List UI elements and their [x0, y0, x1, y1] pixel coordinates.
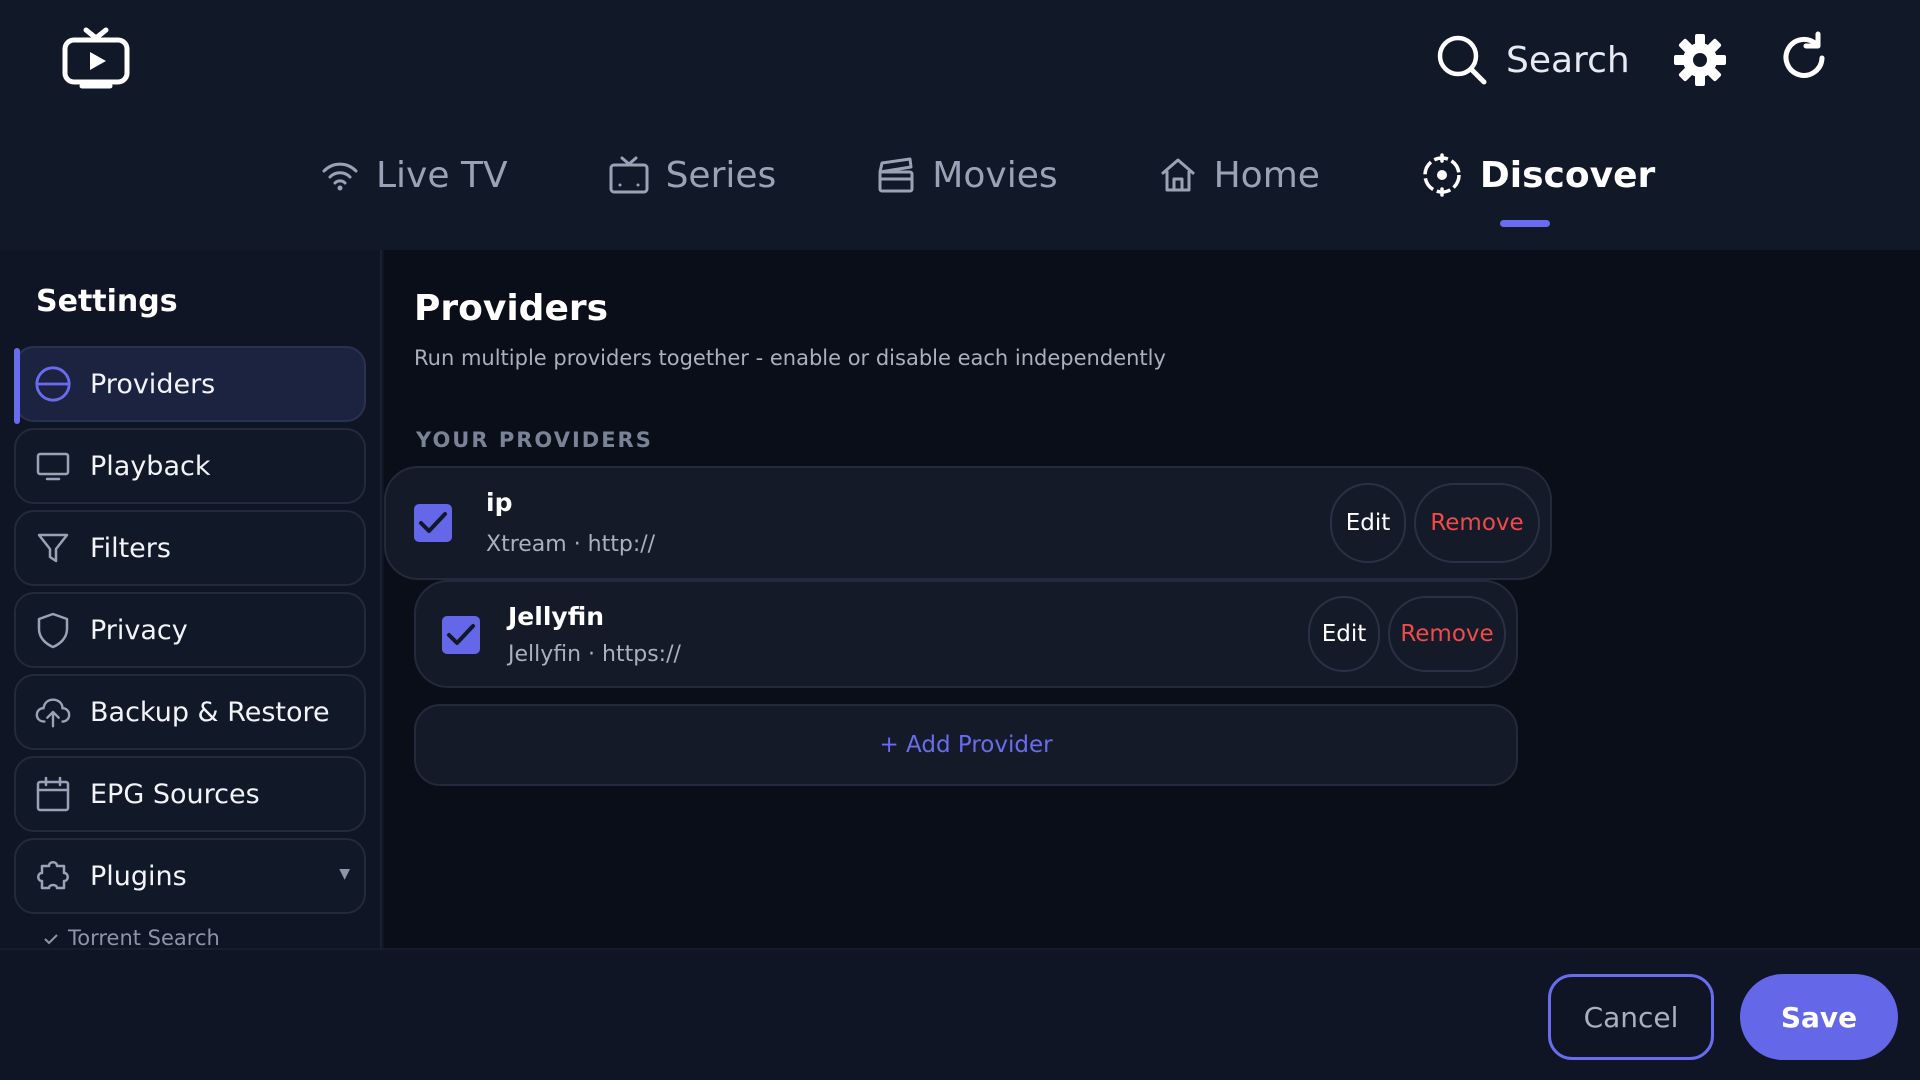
- search-label: Search: [1506, 39, 1630, 81]
- sidebar-item-label: Plugins: [90, 860, 187, 892]
- provider-card: ip Xtream · http:// Edit Remove: [384, 466, 1552, 580]
- sidebar-item-label: Providers: [90, 368, 216, 400]
- search-button[interactable]: Search: [1436, 28, 1630, 92]
- add-provider-button[interactable]: + Add Provider: [414, 704, 1518, 786]
- cancel-button[interactable]: Cancel: [1548, 974, 1714, 1060]
- home-icon: [1161, 158, 1195, 192]
- checkmark-icon: [447, 624, 475, 645]
- sidebar-item-providers[interactable]: Providers: [14, 346, 366, 424]
- compass-icon: [1423, 153, 1461, 197]
- sidebar-item-playback[interactable]: Playback: [14, 428, 366, 504]
- tab-home[interactable]: Home: [1158, 143, 1320, 207]
- tab-label: Discover: [1479, 154, 1656, 196]
- search-icon: [1437, 35, 1487, 85]
- save-button[interactable]: Save: [1740, 974, 1898, 1060]
- provider-enabled-checkbox[interactable]: [414, 504, 452, 542]
- page-title: Providers: [414, 288, 609, 329]
- tab-label: Movies: [932, 154, 1058, 196]
- sidebar-item-backup-restore[interactable]: Backup & Restore: [14, 674, 366, 750]
- check-icon: [44, 926, 58, 948]
- sidebar-item-label: Playback: [90, 450, 211, 482]
- sidebar-subitem-label: Torrent Search: [68, 926, 220, 948]
- chevron-down-icon[interactable]: ▼: [339, 866, 350, 882]
- sidebar-item-privacy[interactable]: Privacy: [14, 592, 366, 668]
- footer-bar: Cancel Save: [0, 948, 1920, 1080]
- tab-series[interactable]: Series: [608, 143, 777, 207]
- monitor-icon: [34, 447, 72, 485]
- globe-icon: [34, 365, 72, 403]
- settings-sidebar: Settings Providers Playback Filters Priv…: [0, 250, 382, 948]
- edit-button[interactable]: Edit: [1308, 596, 1380, 672]
- tab-movies[interactable]: Movies: [876, 143, 1058, 207]
- sidebar-item-label: Privacy: [90, 614, 188, 646]
- tv-icon: [609, 156, 649, 194]
- gear-icon[interactable]: [1670, 30, 1730, 90]
- sidebar-subitem-torrent-search[interactable]: Torrent Search: [44, 926, 220, 948]
- provider-card: Jellyfin Jellyfin · https:// Edit Remove: [414, 580, 1518, 688]
- top-bar: Search Live TV Series Movies Home Discov…: [0, 0, 1920, 250]
- clapperboard-icon: [878, 157, 914, 193]
- sidebar-item-label: EPG Sources: [90, 778, 260, 810]
- wifi-icon: [322, 162, 358, 191]
- puzzle-icon: [34, 857, 72, 895]
- sidebar-item-plugins[interactable]: Plugins ▼: [14, 838, 366, 914]
- sidebar-item-filters[interactable]: Filters: [14, 510, 366, 586]
- provider-meta: Xtream · http://: [486, 532, 656, 557]
- active-tab-indicator: [1499, 220, 1550, 227]
- edit-button[interactable]: Edit: [1330, 483, 1406, 563]
- tab-live-tv[interactable]: Live TV: [320, 143, 508, 207]
- calendar-icon: [34, 775, 72, 813]
- tab-label: Live TV: [376, 154, 508, 196]
- filter-icon: [34, 529, 72, 567]
- tab-label: Home: [1213, 154, 1320, 196]
- page-subtitle: Run multiple providers together - enable…: [414, 346, 1166, 370]
- section-label: YOUR PROVIDERS: [416, 428, 653, 452]
- remove-button[interactable]: Remove: [1388, 596, 1506, 672]
- cloud-upload-icon: [34, 693, 72, 731]
- provider-meta: Jellyfin · https://: [508, 642, 681, 667]
- sidebar-item-epg-sources[interactable]: EPG Sources: [14, 756, 366, 832]
- sidebar-item-label: Backup & Restore: [90, 696, 330, 728]
- checkmark-icon: [419, 512, 447, 533]
- shield-icon: [34, 611, 72, 649]
- remove-button[interactable]: Remove: [1414, 483, 1540, 563]
- refresh-icon[interactable]: [1776, 30, 1832, 86]
- provider-name: Jellyfin: [508, 602, 605, 631]
- provider-enabled-checkbox[interactable]: [442, 616, 480, 654]
- sidebar-title: Settings: [36, 284, 178, 319]
- sidebar-item-label: Filters: [90, 532, 171, 564]
- main-content: Providers Run multiple providers togethe…: [384, 250, 1920, 948]
- main-nav: Live TV Series Movies Home Discover: [320, 140, 1755, 227]
- tab-label: Series: [665, 154, 777, 196]
- tv-play-icon[interactable]: [60, 24, 132, 96]
- tab-discover[interactable]: Discover: [1420, 143, 1656, 227]
- provider-name: ip: [486, 488, 513, 517]
